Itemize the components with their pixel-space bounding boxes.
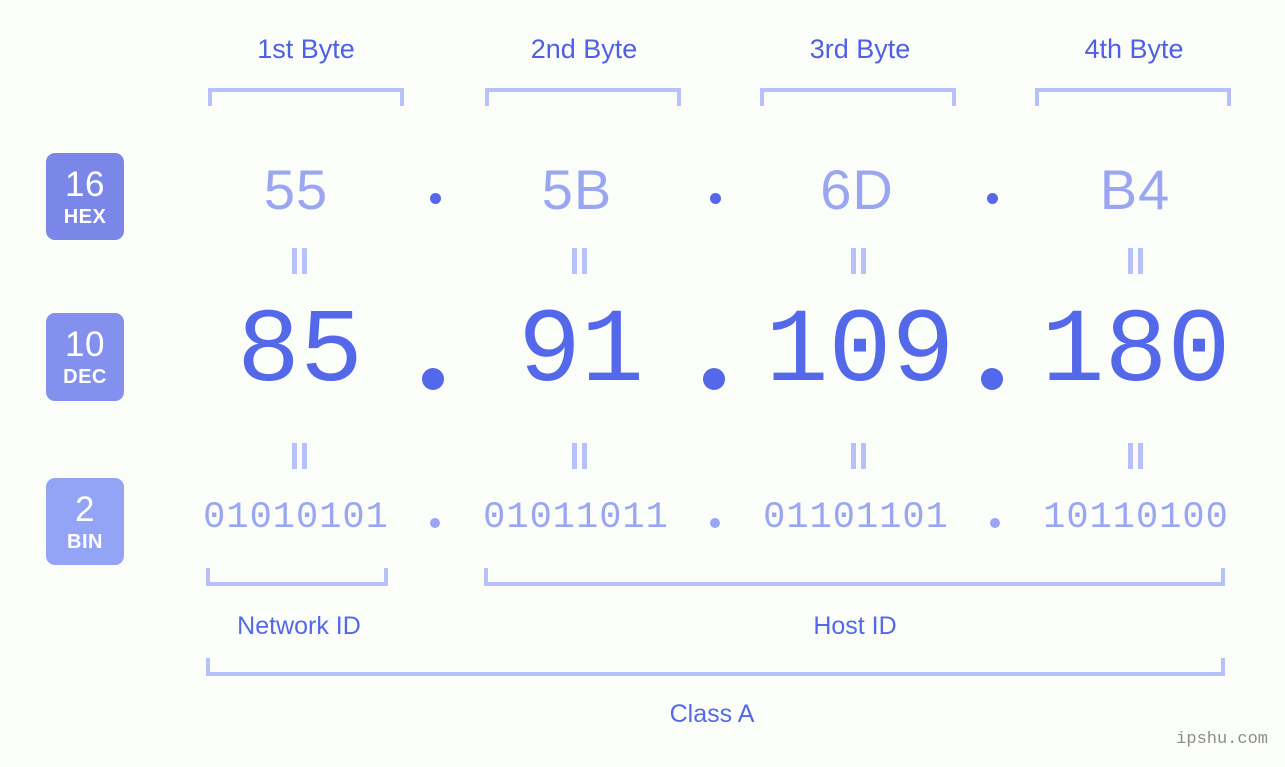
- bin-separator-2: [710, 518, 720, 528]
- host-id-label: Host ID: [813, 612, 897, 640]
- radix-badge-bin: 2 BIN: [46, 478, 124, 565]
- hex-separator-2: [710, 193, 721, 204]
- class-label: Class A: [669, 700, 755, 728]
- dec-byte-1: 85: [236, 293, 364, 412]
- radix-badge-hex-name: HEX: [63, 205, 107, 228]
- equals-icon-hex-dec-3: [851, 248, 867, 274]
- hex-byte-3: 6D: [820, 158, 894, 221]
- equals-icon-hex-dec-4: [1128, 248, 1144, 274]
- dec-separator-2: [703, 368, 725, 390]
- byte-header-1: 1st Byte: [206, 34, 406, 65]
- hex-separator-1: [430, 193, 441, 204]
- class-bracket: [206, 658, 1225, 676]
- radix-badge-hex: 16 HEX: [46, 153, 124, 240]
- hex-separator-3: [987, 193, 998, 204]
- equals-icon-dec-bin-1: [292, 443, 308, 469]
- radix-badge-bin-name: BIN: [67, 530, 103, 553]
- host-id-bracket: [484, 568, 1225, 586]
- site-watermark: ipshu.com: [1176, 730, 1268, 749]
- byte-bracket-2: [485, 88, 681, 106]
- radix-badge-dec-name: DEC: [63, 366, 107, 388]
- bin-byte-4: 10110100: [1043, 497, 1229, 539]
- bin-byte-2: 01011011: [483, 497, 669, 539]
- byte-bracket-4: [1035, 88, 1231, 106]
- byte-header-3: 3rd Byte: [760, 34, 960, 65]
- equals-icon-hex-dec-1: [292, 248, 308, 274]
- radix-badge-dec-number: 10: [65, 325, 105, 364]
- network-id-label: Network ID: [237, 612, 361, 640]
- hex-byte-4: B4: [1099, 158, 1171, 221]
- dec-byte-4: 180: [1041, 293, 1231, 412]
- dec-separator-3: [981, 368, 1003, 390]
- byte-header-4-label: 4th Byte: [1084, 34, 1184, 64]
- byte-header-3-label: 3rd Byte: [809, 34, 911, 64]
- dec-byte-2: 91: [517, 293, 645, 412]
- byte-bracket-1: [208, 88, 404, 106]
- dec-separator-1: [422, 368, 444, 390]
- byte-header-1-label: 1st Byte: [257, 34, 355, 64]
- equals-icon-dec-bin-3: [851, 443, 867, 469]
- radix-badge-dec: 10 DEC: [46, 313, 124, 401]
- hex-byte-2: 5B: [541, 158, 613, 221]
- equals-icon-dec-bin-4: [1128, 443, 1144, 469]
- radix-badge-bin-number: 2: [75, 489, 95, 529]
- hex-byte-1: 55: [263, 158, 329, 221]
- bin-separator-3: [990, 518, 1000, 528]
- dec-byte-3: 109: [765, 293, 955, 412]
- byte-header-2: 2nd Byte: [484, 34, 684, 65]
- radix-badge-hex-number: 16: [65, 164, 105, 204]
- network-id-bracket: [206, 568, 388, 586]
- byte-header-4: 4th Byte: [1034, 34, 1234, 65]
- byte-header-2-label: 2nd Byte: [530, 34, 638, 64]
- equals-icon-hex-dec-2: [572, 248, 588, 274]
- bin-byte-3: 01101101: [763, 497, 949, 539]
- bin-byte-1: 01010101: [203, 497, 389, 539]
- bin-separator-1: [430, 518, 440, 528]
- byte-bracket-3: [760, 88, 956, 106]
- equals-icon-dec-bin-2: [572, 443, 588, 469]
